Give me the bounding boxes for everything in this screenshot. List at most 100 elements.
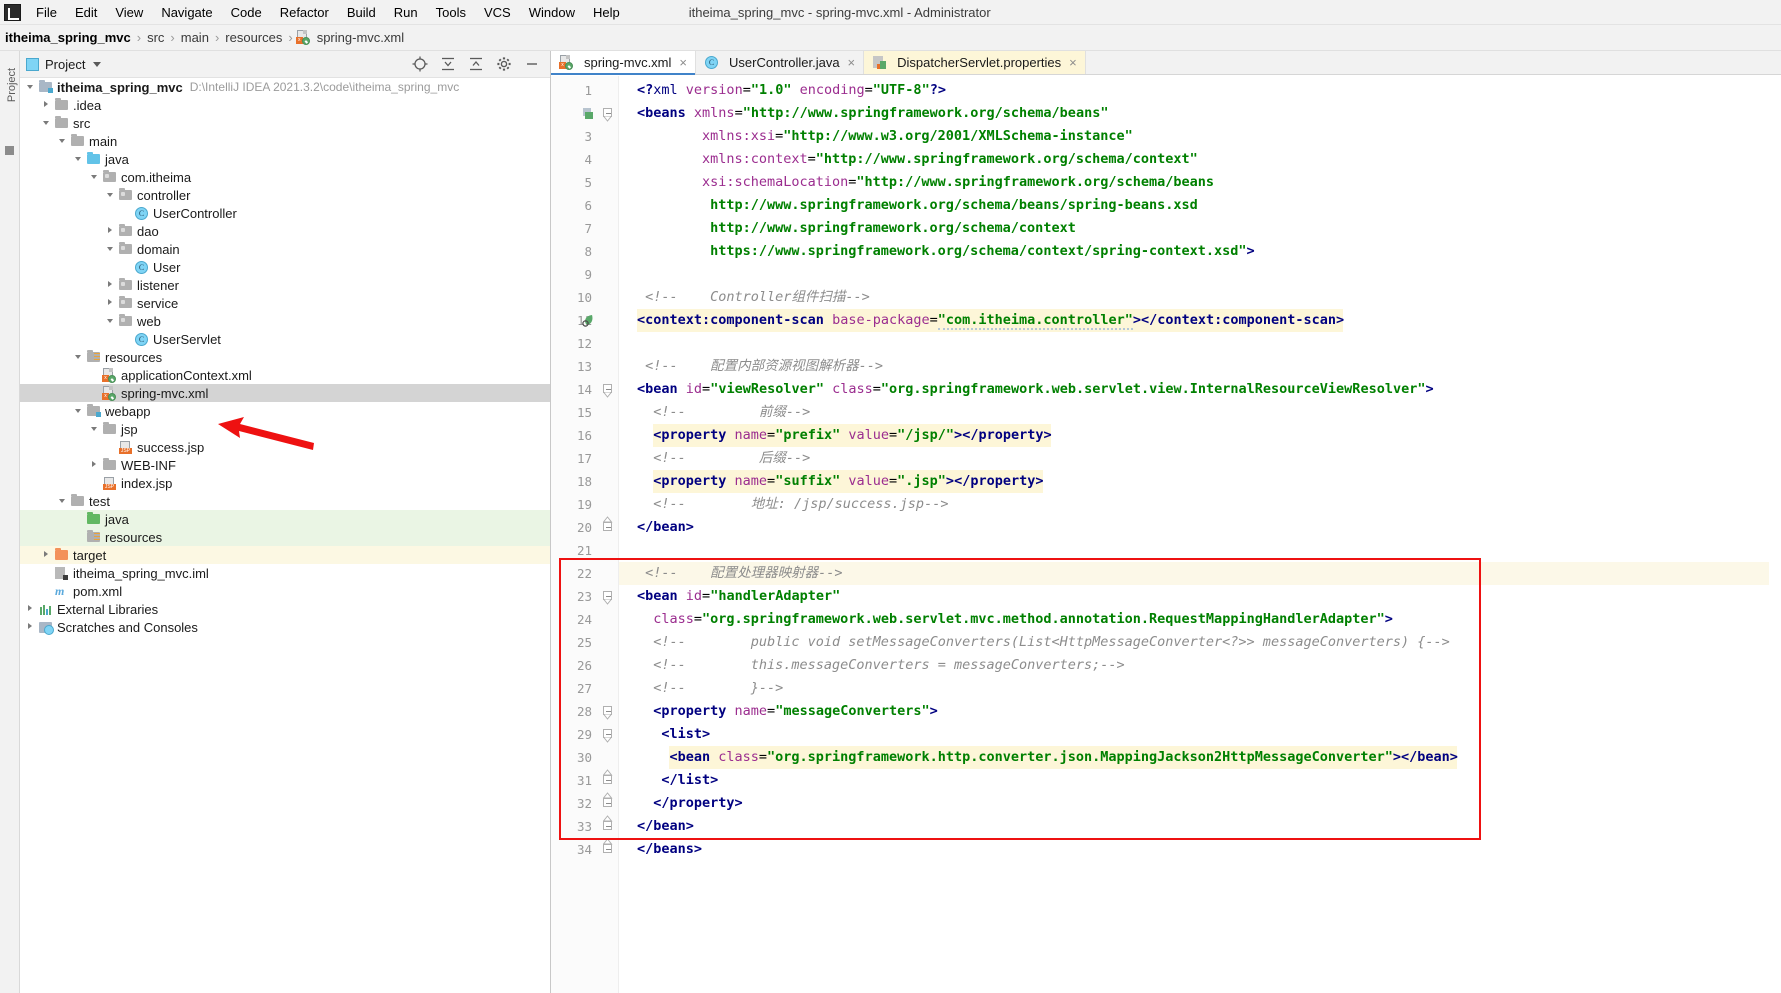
tree-node-com-itheima[interactable]: com.itheima (20, 168, 550, 186)
menu-item-window[interactable]: Window (520, 3, 584, 22)
chevron-down-icon[interactable] (72, 404, 86, 418)
chevron-right-icon[interactable] (104, 278, 118, 292)
code-line[interactable]: <property name="prefix" value="/jsp/"></… (653, 424, 1051, 447)
chevron-right-icon[interactable] (88, 458, 102, 472)
menu-item-navigate[interactable]: Navigate (152, 3, 221, 22)
chevron-down-icon[interactable] (56, 134, 70, 148)
code-line[interactable]: </property> (653, 792, 742, 815)
tree-node-itheima-spring-mvc[interactable]: itheima_spring_mvc D:\IntelliJ IDEA 2021.… (20, 78, 550, 96)
code-line[interactable]: xmlns:xsi="http://www.w3.org/2001/XMLSch… (702, 125, 1133, 148)
chevron-down-icon[interactable] (40, 116, 54, 130)
menu-item-tools[interactable]: Tools (427, 3, 475, 22)
tree-node-success-jsp[interactable]: JSP success.jsp (20, 438, 550, 456)
close-icon[interactable]: × (679, 55, 687, 70)
code-line[interactable]: <bean id="viewResolver" class="org.sprin… (637, 378, 1434, 401)
editor-tab-spring-mvc-xml[interactable]: x spring-mvc.xml × (551, 51, 696, 75)
code-line[interactable]: xsi:schemaLocation="http://www.springfra… (702, 171, 1214, 194)
project-tree[interactable]: itheima_spring_mvc D:\IntelliJ IDEA 2021.… (20, 78, 550, 993)
tree-node-user[interactable]: C User (20, 258, 550, 276)
gear-icon[interactable] (496, 56, 512, 72)
code-line[interactable]: http://www.springframework.org/schema/be… (710, 194, 1198, 217)
menu-item-vcs[interactable]: VCS (475, 3, 520, 22)
chevron-down-icon[interactable] (93, 61, 102, 67)
tree-node-main[interactable]: main (20, 132, 550, 150)
code-line[interactable]: <property name="suffix" value=".jsp"></p… (653, 470, 1043, 493)
chevron-down-icon[interactable] (24, 80, 38, 94)
code-content[interactable]: <?xml version="1.0" encoding="UTF-8"?> <b… (619, 76, 1781, 993)
chevron-right-icon[interactable] (40, 548, 54, 562)
code-line[interactable]: <!-- this.messageConverters = messageCon… (653, 654, 1124, 677)
chevron-down-icon[interactable] (72, 350, 86, 364)
spring-bean-gutter-icon[interactable] (581, 313, 596, 328)
editor-tab-bar[interactable]: x spring-mvc.xml × C UserController.java × Dis… (551, 51, 1781, 75)
code-line[interactable]: <!-- 配置处理器映射器--> (645, 562, 842, 585)
chevron-right-icon[interactable] (104, 224, 118, 238)
code-line[interactable]: <!-- }--> (653, 677, 783, 700)
tree-node-scratches-and-consoles[interactable]: Scratches and Consoles (20, 618, 550, 636)
breadcrumb-item-project[interactable]: itheima_spring_mvc (2, 30, 134, 45)
tree-node-resources[interactable]: resources (20, 348, 550, 366)
code-fold-start-icon[interactable] (603, 591, 614, 605)
tree-node-jsp[interactable]: jsp (20, 420, 550, 438)
tree-node-index-jsp[interactable]: JSP index.jsp (20, 474, 550, 492)
code-line[interactable]: <!-- 前缀--> (653, 401, 810, 424)
close-icon[interactable]: × (1069, 55, 1077, 70)
tree-node-userservlet[interactable]: C UserServlet (20, 330, 550, 348)
chevron-down-icon[interactable] (56, 494, 70, 508)
breadcrumb-item-main[interactable]: main (178, 30, 212, 45)
editor-scrollbar[interactable] (1769, 76, 1781, 993)
tree-node--idea[interactable]: .idea (20, 96, 550, 114)
tree-node-src[interactable]: src (20, 114, 550, 132)
chevron-down-icon[interactable] (72, 152, 86, 166)
code-editor[interactable]: 1234567891011121314151617181920212223242… (551, 76, 1781, 993)
chevron-right-icon[interactable] (24, 602, 38, 616)
chevron-down-icon[interactable] (88, 422, 102, 436)
editor-gutter[interactable]: 1234567891011121314151617181920212223242… (551, 76, 619, 993)
code-fold-end-icon[interactable] (603, 516, 614, 533)
close-icon[interactable]: × (848, 55, 856, 70)
breadcrumb[interactable]: itheima_spring_mvc › src › main › resour… (0, 25, 1781, 51)
tree-node-spring-mvc-xml[interactable]: x spring-mvc.xml (20, 384, 550, 402)
tree-node-dao[interactable]: dao (20, 222, 550, 240)
hide-panel-icon[interactable] (524, 56, 540, 72)
expand-all-icon[interactable] (440, 56, 456, 72)
code-line[interactable]: <bean id="handlerAdapter" (637, 585, 840, 608)
code-fold-start-icon[interactable] (603, 108, 614, 122)
menu-item-file[interactable]: File (27, 3, 66, 22)
tree-node-web[interactable]: web (20, 312, 550, 330)
tree-node-resources[interactable]: resources (20, 528, 550, 546)
code-line[interactable]: <list> (661, 723, 710, 746)
code-line[interactable]: xmlns:context="http://www.springframewor… (702, 148, 1198, 171)
tree-node-applicationcontext-xml[interactable]: x applicationContext.xml (20, 366, 550, 384)
chevron-down-icon[interactable] (104, 314, 118, 328)
tree-node-target[interactable]: target (20, 546, 550, 564)
code-line[interactable]: <context:component-scan base-package="co… (637, 309, 1344, 332)
code-line[interactable]: <!-- public void setMessageConverters(Li… (653, 631, 1450, 654)
tree-node-java[interactable]: java (20, 510, 550, 528)
code-line[interactable]: <?xml version="1.0" encoding="UTF-8"?> (637, 79, 946, 102)
code-line[interactable]: </list> (661, 769, 718, 792)
collapse-all-icon[interactable] (468, 56, 484, 72)
tree-node-webapp[interactable]: webapp (20, 402, 550, 420)
editor-tab-dispatcherservlet-properties[interactable]: DispatcherServlet.properties × (864, 51, 1086, 74)
chevron-down-icon[interactable] (104, 188, 118, 202)
code-fold-start-icon[interactable] (603, 384, 614, 398)
tree-node-java[interactable]: java (20, 150, 550, 168)
tree-node-listener[interactable]: listener (20, 276, 550, 294)
code-line[interactable]: <bean class="org.springframework.http.co… (669, 746, 1457, 769)
code-line[interactable]: <!-- 后缀--> (653, 447, 810, 470)
menu-item-run[interactable]: Run (385, 3, 427, 22)
tree-node-pom-xml[interactable]: m pom.xml (20, 582, 550, 600)
tree-node-service[interactable]: service (20, 294, 550, 312)
menu-item-build[interactable]: Build (338, 3, 385, 22)
breadcrumb-item-file[interactable]: spring-mvc.xml (314, 30, 407, 45)
xml-schema-gutter-icon[interactable] (581, 106, 596, 121)
tree-node-test[interactable]: test (20, 492, 550, 510)
tree-node-itheima-spring-mvc-iml[interactable]: itheima_spring_mvc.iml (20, 564, 550, 582)
code-line[interactable]: <!-- 配置内部资源视图解析器--> (645, 355, 883, 378)
code-line[interactable]: <property name="messageConverters"> (653, 700, 938, 723)
breadcrumb-item-resources[interactable]: resources (222, 30, 285, 45)
code-line[interactable]: https://www.springframework.org/schema/c… (710, 240, 1255, 263)
chevron-right-icon[interactable] (40, 98, 54, 112)
code-fold-start-icon[interactable] (603, 729, 614, 743)
